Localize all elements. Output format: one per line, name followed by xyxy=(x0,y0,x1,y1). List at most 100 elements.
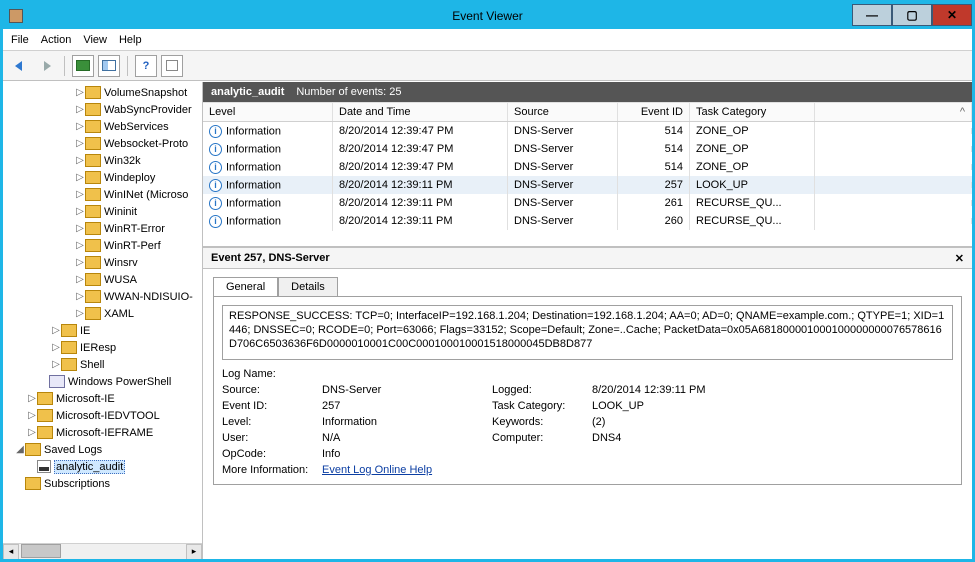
cell-eventid: 514 xyxy=(618,158,690,176)
tree-node[interactable]: ▷Microsoft-IEFRAME xyxy=(3,424,202,441)
expand-icon[interactable]: ▷ xyxy=(27,393,37,404)
menu-bar: File Action View Help xyxy=(3,29,972,51)
menu-help[interactable]: Help xyxy=(119,34,142,46)
event-row[interactable]: iInformation8/20/2014 12:39:11 PMDNS-Ser… xyxy=(203,194,972,212)
online-help-link[interactable]: Event Log Online Help xyxy=(322,464,432,476)
expand-icon[interactable]: ▷ xyxy=(75,138,85,149)
tree-node[interactable]: ▷ Windeploy xyxy=(3,169,202,186)
tree-node[interactable]: ▷IEResp xyxy=(3,339,202,356)
tree-node[interactable]: ▷WabSyncProvider xyxy=(3,101,202,118)
taskcat-label: Task Category: xyxy=(492,400,592,412)
event-message[interactable]: RESPONSE_SUCCESS: TCP=0; InterfaceIP=192… xyxy=(222,305,953,360)
scroll-thumb[interactable] xyxy=(21,544,61,558)
expand-icon[interactable]: ▷ xyxy=(75,240,85,251)
keywords-label: Keywords: xyxy=(492,416,592,428)
tree-node[interactable]: ▷IE xyxy=(3,322,202,339)
event-row[interactable]: iInformation8/20/2014 12:39:47 PMDNS-Ser… xyxy=(203,158,972,176)
tree-node[interactable]: Subscriptions xyxy=(3,475,202,492)
computer-label: Computer: xyxy=(492,432,592,444)
cell-source: DNS-Server xyxy=(508,122,618,140)
menu-view[interactable]: View xyxy=(83,34,107,46)
expand-icon[interactable]: ▷ xyxy=(27,410,37,421)
col-eventid[interactable]: Event ID xyxy=(618,102,690,121)
log-name-label: Log Name: xyxy=(222,368,322,380)
tree-node[interactable]: ▷Win32k xyxy=(3,152,202,169)
opcode-value: Info xyxy=(322,448,492,460)
tree-label: Windeploy xyxy=(104,172,155,184)
expand-icon[interactable]: ▷ xyxy=(75,291,85,302)
close-detail-button[interactable]: ✕ xyxy=(955,252,964,265)
expand-icon[interactable]: ▷ xyxy=(51,359,61,370)
detail-tabs: General Details xyxy=(213,277,962,296)
tab-details[interactable]: Details xyxy=(278,277,338,296)
tree-label: WUSA xyxy=(104,274,137,286)
col-taskcat[interactable]: Task Category xyxy=(690,102,815,121)
event-row[interactable]: iInformation8/20/2014 12:39:47 PMDNS-Ser… xyxy=(203,140,972,158)
tree-node[interactable]: ▷Microsoft-IE xyxy=(3,390,202,407)
tree-node[interactable]: ▷Shell xyxy=(3,356,202,373)
folder-icon xyxy=(85,239,101,252)
expand-icon[interactable]: ▷ xyxy=(51,342,61,353)
open-saved-log-button[interactable] xyxy=(72,55,94,77)
expand-icon[interactable]: ◢ xyxy=(15,444,25,455)
tree-node[interactable]: ▷XAML xyxy=(3,305,202,322)
tab-general[interactable]: General xyxy=(213,277,278,296)
logged-label: Logged: xyxy=(492,384,592,396)
event-row[interactable]: iInformation8/20/2014 12:39:11 PMDNS-Ser… xyxy=(203,176,972,194)
close-button[interactable]: ✕ xyxy=(932,4,972,26)
saved-log-icon xyxy=(37,460,51,473)
tree-node[interactable]: ▷WWAN-NDISUIO- xyxy=(3,288,202,305)
expand-icon[interactable]: ▷ xyxy=(75,155,85,166)
expand-icon[interactable]: ▷ xyxy=(75,87,85,98)
window-buttons: — ▢ ✕ xyxy=(852,6,972,26)
maximize-button[interactable]: ▢ xyxy=(892,4,932,26)
column-headers[interactable]: Level Date and Time Source Event ID Task… xyxy=(203,102,972,122)
tree-node[interactable]: ▷WinINet (Microso xyxy=(3,186,202,203)
tree-node[interactable]: ▷WinRT-Perf xyxy=(3,237,202,254)
tree-node[interactable]: ▷ WebServices xyxy=(3,118,202,135)
expand-icon[interactable]: ▷ xyxy=(75,189,85,200)
window-title: Event Viewer xyxy=(452,9,522,23)
tree-node[interactable]: ▷WinRT-Error xyxy=(3,220,202,237)
tree-node[interactable]: ▷Winsrv xyxy=(3,254,202,271)
expand-icon[interactable]: ▷ xyxy=(75,104,85,115)
event-row[interactable]: iInformation8/20/2014 12:39:47 PMDNS-Ser… xyxy=(203,122,972,140)
tree-node[interactable]: ▷Wininit xyxy=(3,203,202,220)
expand-icon[interactable]: ▷ xyxy=(75,274,85,285)
col-spacer[interactable]: ^ xyxy=(815,102,972,121)
tree-horizontal-scrollbar[interactable]: ◂ ▸ xyxy=(3,543,202,559)
help-button[interactable]: ? xyxy=(135,55,157,77)
minimize-button[interactable]: — xyxy=(852,4,892,26)
tree-node[interactable]: ◢Saved Logs xyxy=(3,441,202,458)
expand-icon[interactable]: ▷ xyxy=(75,121,85,132)
expand-icon[interactable]: ▷ xyxy=(75,172,85,183)
menu-action[interactable]: Action xyxy=(41,34,72,46)
tree-node[interactable]: ▷ WUSA xyxy=(3,271,202,288)
col-datetime[interactable]: Date and Time xyxy=(333,102,508,121)
expand-icon[interactable]: ▷ xyxy=(75,257,85,268)
expand-icon[interactable]: ▷ xyxy=(75,206,85,217)
menu-file[interactable]: File xyxy=(11,34,29,46)
tree-node[interactable]: ▷Microsoft-IEDVTOOL xyxy=(3,407,202,424)
tree-node[interactable]: Windows PowerShell xyxy=(3,373,202,390)
refresh-button[interactable] xyxy=(161,55,183,77)
event-row[interactable]: iInformation8/20/2014 12:39:11 PMDNS-Ser… xyxy=(203,212,972,230)
expand-icon[interactable]: ▷ xyxy=(75,308,85,319)
expand-icon[interactable]: ▷ xyxy=(27,427,37,438)
navigation-tree[interactable]: ▷VolumeSnapshot▷WabSyncProvider▷WebServi… xyxy=(3,82,203,559)
col-source[interactable]: Source xyxy=(508,102,618,121)
tree-label: WebServices xyxy=(104,121,169,133)
scroll-left-button[interactable]: ◂ xyxy=(3,544,19,559)
show-tree-button[interactable] xyxy=(98,55,120,77)
tree-node[interactable]: analytic_audit xyxy=(3,458,202,475)
back-button[interactable] xyxy=(9,55,31,77)
col-level[interactable]: Level xyxy=(203,102,333,121)
expand-icon[interactable]: ▷ xyxy=(51,325,61,336)
tree-node[interactable]: ▷Websocket-Proto xyxy=(3,135,202,152)
scroll-right-button[interactable]: ▸ xyxy=(186,544,202,559)
log-header: analytic_audit Number of events: 25 xyxy=(203,82,972,102)
event-rows[interactable]: iInformation8/20/2014 12:39:47 PMDNS-Ser… xyxy=(203,122,972,246)
forward-button[interactable] xyxy=(35,55,57,77)
expand-icon[interactable]: ▷ xyxy=(75,223,85,234)
tree-node[interactable]: ▷VolumeSnapshot xyxy=(3,84,202,101)
